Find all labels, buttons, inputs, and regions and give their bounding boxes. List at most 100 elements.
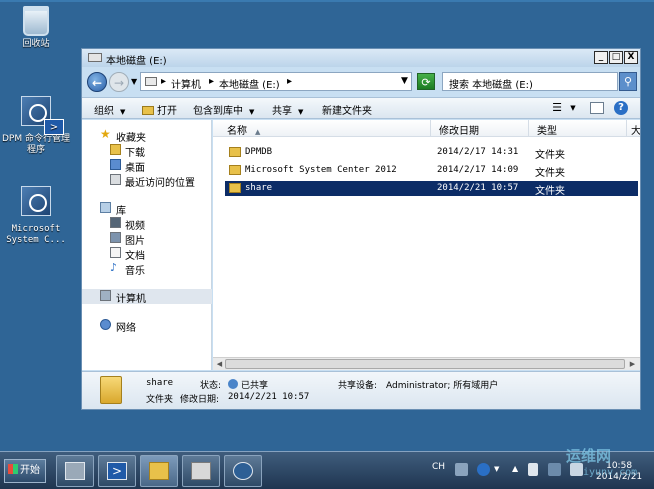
change-view-icon[interactable]: ☰ bbox=[550, 102, 564, 114]
nav-favorites[interactable]: ★ 收藏夹 bbox=[82, 127, 212, 144]
powershell-icon: > bbox=[44, 119, 64, 135]
file-row[interactable]: Microsoft System Center 2012 2014/2/17 1… bbox=[225, 163, 638, 179]
navigation-pane: ★ 收藏夹 下载 桌面 最近访问的位置 库 视频 图片 文档 ♪ 音乐 计算机 … bbox=[82, 120, 212, 370]
column-modified[interactable]: 修改日期 bbox=[431, 120, 529, 137]
nav-music[interactable]: ♪ 音乐 bbox=[82, 261, 212, 277]
nav-videos[interactable]: 视频 bbox=[82, 216, 212, 232]
chevron-down-icon: ▼ bbox=[298, 108, 304, 116]
desktop-icon-dpm-shell[interactable]: > DPM 命令行管理程序 bbox=[0, 96, 72, 156]
minimize-button[interactable]: _ bbox=[594, 51, 608, 64]
details-share-value: Administrator; 所有域用户 bbox=[386, 381, 499, 391]
folder-icon bbox=[100, 376, 122, 404]
preview-pane-icon[interactable] bbox=[590, 102, 604, 114]
maximize-button[interactable]: □ bbox=[609, 51, 623, 64]
window-title: 本地磁盘 (E:) bbox=[106, 56, 167, 67]
windows-logo-icon bbox=[8, 464, 18, 474]
address-dropdown-chevron-icon[interactable]: ▼ bbox=[401, 76, 408, 86]
taskbar-explorer[interactable] bbox=[140, 455, 178, 487]
new-folder-button[interactable]: 新建文件夹 bbox=[322, 102, 372, 117]
watermark-url: iyunv.com bbox=[583, 467, 638, 478]
address-bar[interactable]: ▸ 计算机 ▸ 本地磁盘 (E:) ▸ ▼ bbox=[140, 72, 412, 91]
breadcrumb-local-disk[interactable]: 本地磁盘 (E:) bbox=[219, 76, 280, 91]
action-center-flag-icon[interactable] bbox=[528, 463, 538, 476]
taskbar-dpm-console[interactable] bbox=[224, 455, 262, 487]
scroll-right-icon[interactable]: ▶ bbox=[627, 359, 638, 369]
nav-network[interactable]: 网络 bbox=[82, 318, 212, 334]
details-kind: 文件夹 bbox=[146, 395, 174, 405]
music-note-icon: ♪ bbox=[110, 261, 118, 274]
desktop-icon-label: DPM 命令行管理程序 bbox=[2, 134, 70, 155]
language-indicator[interactable]: CH bbox=[432, 462, 445, 472]
close-button[interactable]: X bbox=[624, 51, 638, 64]
ime-chevron-down-icon[interactable]: ▼ bbox=[494, 465, 499, 473]
recent-places-icon bbox=[110, 174, 121, 185]
video-icon bbox=[110, 217, 121, 228]
breadcrumb-sep-icon[interactable]: ▸ bbox=[287, 76, 292, 87]
column-name[interactable]: 名称 ▲ bbox=[213, 120, 431, 137]
documents-icon bbox=[110, 247, 121, 258]
breadcrumb-sep-icon[interactable]: ▸ bbox=[209, 76, 214, 87]
nav-desktop[interactable]: 桌面 bbox=[82, 158, 212, 174]
drive-icon bbox=[145, 77, 157, 86]
desktop-icon-label: 回收站 bbox=[22, 39, 50, 49]
nav-downloads[interactable]: 下载 bbox=[82, 143, 212, 159]
search-input[interactable]: 搜索 本地磁盘 (E:) bbox=[442, 72, 618, 91]
help-icon[interactable] bbox=[477, 463, 490, 476]
column-size[interactable]: 大 bbox=[627, 120, 640, 137]
nav-documents[interactable]: 文档 bbox=[82, 246, 212, 262]
nav-recent[interactable]: 最近访问的位置 bbox=[82, 173, 212, 189]
help-icon[interactable]: ? bbox=[614, 101, 628, 115]
recycle-bin-icon bbox=[23, 6, 49, 36]
details-share-label: 共享设备: bbox=[338, 381, 378, 391]
desktop-icon-system-center[interactable]: Microsoft System C... bbox=[0, 186, 72, 246]
pictures-icon bbox=[110, 232, 121, 243]
system-center-icon bbox=[21, 186, 51, 216]
star-icon: ★ bbox=[100, 127, 111, 141]
details-state-label: 状态: bbox=[200, 381, 222, 391]
nav-libraries[interactable]: 库 bbox=[82, 201, 212, 217]
watermark-text: 运维网 bbox=[566, 447, 612, 465]
search-icon[interactable]: ⚲ bbox=[619, 72, 637, 91]
start-button[interactable]: 开始 bbox=[4, 459, 46, 483]
file-list-pane: 名称 ▲ 修改日期 类型 大 DPMDB 2014/2/17 14:31 文件夹 … bbox=[213, 120, 640, 370]
column-type[interactable]: 类型 bbox=[529, 120, 627, 137]
share-button[interactable]: 共享 ▼ bbox=[272, 102, 303, 117]
include-in-library-button[interactable]: 包含到库中 ▼ bbox=[193, 102, 254, 117]
folder-icon bbox=[229, 147, 241, 157]
desktop-icon bbox=[110, 159, 121, 170]
scroll-thumb[interactable] bbox=[225, 359, 625, 369]
library-icon bbox=[100, 202, 111, 213]
view-options-chevron-icon[interactable]: ▼ bbox=[566, 102, 580, 114]
taskbar-powershell[interactable]: > bbox=[98, 455, 136, 487]
title-bar[interactable]: 本地磁盘 (E:) _ □ X bbox=[82, 49, 640, 67]
network-tray-icon[interactable] bbox=[548, 463, 561, 476]
details-name: share bbox=[146, 378, 174, 388]
address-row: ← → ▼ ▸ 计算机 ▸ 本地磁盘 (E:) ▸ ▼ ⟳ 搜索 本地磁盘 (E… bbox=[82, 69, 640, 95]
powershell-icon: > bbox=[107, 462, 127, 480]
computer-icon bbox=[100, 290, 111, 301]
forward-button[interactable]: → bbox=[109, 72, 129, 92]
refresh-icon[interactable]: ⟳ bbox=[417, 73, 435, 90]
horizontal-scrollbar[interactable]: ◀ ▶ bbox=[213, 357, 640, 370]
details-modified-value: 2014/2/21 10:57 bbox=[228, 392, 310, 402]
back-button[interactable]: ← bbox=[87, 72, 107, 92]
taskbar-network-share[interactable] bbox=[182, 455, 220, 487]
nav-pictures[interactable]: 图片 bbox=[82, 231, 212, 247]
recent-pages-chevron-icon[interactable]: ▼ bbox=[131, 77, 137, 86]
nav-computer[interactable]: 计算机 bbox=[82, 289, 212, 305]
scroll-left-icon[interactable]: ◀ bbox=[214, 359, 225, 369]
dpm-icon: > bbox=[21, 96, 64, 135]
taskbar-server-manager[interactable] bbox=[56, 455, 94, 487]
organize-button[interactable]: 组织 ▼ bbox=[94, 102, 125, 117]
desktop-icon-recycle-bin[interactable]: 回收站 bbox=[0, 6, 72, 50]
breadcrumb-computer[interactable]: 计算机 bbox=[171, 76, 201, 91]
open-button[interactable]: 打开 bbox=[142, 102, 177, 117]
file-row[interactable]: DPMDB 2014/2/17 14:31 文件夹 bbox=[225, 145, 638, 161]
network-icon bbox=[100, 319, 111, 330]
server-manager-icon bbox=[65, 462, 85, 480]
file-row-selected[interactable]: share 2014/2/21 10:57 文件夹 bbox=[225, 181, 638, 197]
keyboard-icon[interactable] bbox=[455, 463, 468, 476]
show-hidden-icons-icon[interactable]: ▲ bbox=[512, 464, 518, 473]
breadcrumb-sep-icon[interactable]: ▸ bbox=[161, 76, 166, 87]
explorer-window: 本地磁盘 (E:) _ □ X ← → ▼ ▸ 计算机 ▸ 本地磁盘 (E:) … bbox=[81, 48, 641, 410]
